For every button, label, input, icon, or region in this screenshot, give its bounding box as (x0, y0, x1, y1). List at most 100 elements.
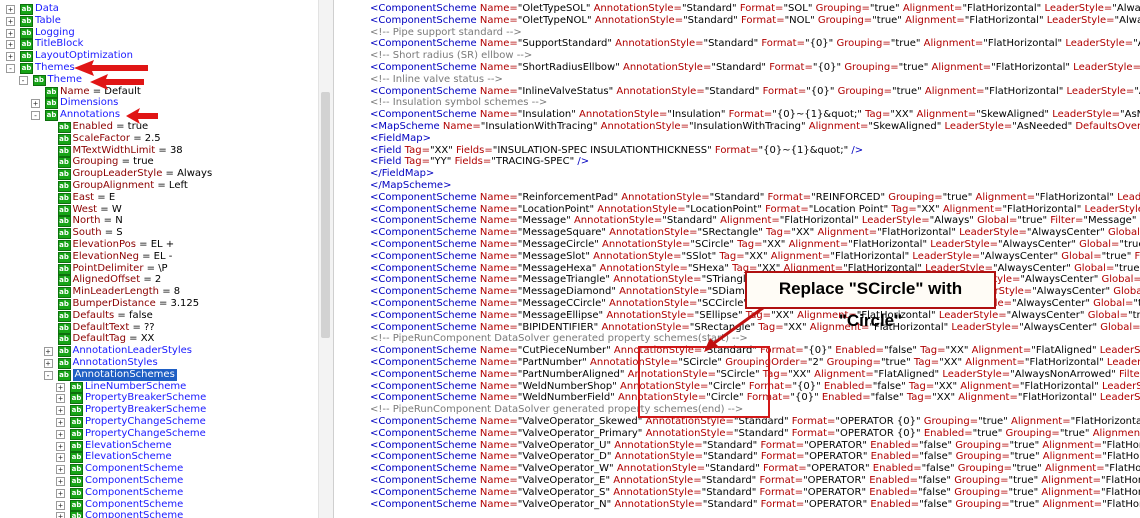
expand-icon[interactable]: + (6, 52, 15, 62)
tree-node-label[interactable]: PropertyChangeScheme (85, 416, 206, 428)
tree-node-label[interactable]: AnnotationSchemes (72, 368, 177, 381)
expand-icon[interactable]: + (43, 359, 53, 368)
tree-node-label[interactable]: DefaultText = ?? (73, 322, 155, 334)
xml-line[interactable]: <!-- Insulation symbol schemes --> (370, 97, 547, 109)
tree-node-label[interactable]: Name = Default (60, 86, 141, 98)
collapse-icon[interactable]: - (18, 75, 28, 85)
xml-line[interactable]: </MapScheme> (370, 180, 451, 192)
tree-node[interactable]: + ab ElevationScheme (0, 451, 318, 464)
tree-node-label[interactable]: GroupAlignment = Left (73, 180, 188, 192)
tree-node[interactable]: + ab Data (0, 3, 318, 15)
tree-node-label[interactable]: AlignedOffset = 2 (73, 274, 162, 286)
xml-line[interactable]: <ComponentScheme Name="Message" Annotati… (370, 215, 1140, 227)
tree-node-label[interactable]: North = N (73, 215, 123, 227)
tree-node-label[interactable]: East = E (73, 192, 116, 204)
tree-node[interactable]: ab Name = Default (0, 86, 318, 98)
tree-node-label[interactable]: ElevationScheme (85, 440, 172, 452)
tree-node[interactable]: ab GroupLeaderStyle = Always (0, 168, 318, 181)
tree-node[interactable]: + ab ComponentScheme (0, 475, 318, 487)
tree-node-label[interactable]: Grouping = true (73, 156, 154, 168)
tree-node[interactable]: + ab LayoutOptimization (0, 50, 318, 63)
tree-node-label[interactable]: Annotations (60, 109, 120, 121)
tree-node-label[interactable]: Themes (35, 62, 75, 74)
expand-icon[interactable]: + (6, 40, 15, 50)
tree-node-label[interactable]: Defaults = false (73, 310, 153, 322)
tree-node-label[interactable]: GroupLeaderStyle = Always (73, 168, 213, 180)
tree-node[interactable]: ab PointDelimiter = \P (0, 263, 318, 275)
tree-node[interactable]: ab Enabled = true (0, 121, 318, 133)
xml-line[interactable]: <ComponentScheme Name="BIPIDENTIFIER" An… (370, 322, 1140, 334)
xml-line[interactable]: <ComponentScheme Name="OletTypeNOL" Anno… (370, 15, 1140, 27)
xml-line[interactable]: <Field Tag="XX" Fields="INSULATION-SPEC … (370, 145, 863, 157)
tree-node-label[interactable]: Table (35, 15, 61, 27)
tree-node[interactable]: + ab PropertyBreakerScheme (0, 392, 318, 405)
tree-node[interactable]: ab GroupAlignment = Left (0, 180, 318, 192)
tree-node-label[interactable]: BumperDistance = 3.125 (73, 298, 200, 310)
xml-line[interactable]: <ComponentScheme Name="ValveOperator_U" … (370, 440, 1140, 452)
xml-line[interactable]: <ComponentScheme Name="MessageCircle" An… (370, 239, 1140, 251)
tree-node[interactable]: + ab TitleBlock (0, 38, 318, 51)
xml-line[interactable]: <ComponentScheme Name="ReinforcementPad"… (370, 192, 1140, 204)
tree-scrollbar[interactable] (318, 0, 333, 518)
tree-node[interactable]: + ab PropertyBreakerScheme (0, 404, 318, 417)
tree-node[interactable]: + ab ComponentScheme (0, 510, 318, 518)
expand-icon[interactable]: + (56, 512, 65, 518)
expand-icon[interactable]: + (56, 418, 65, 427)
tree-node-label[interactable]: PropertyBreakerScheme (85, 392, 206, 404)
tree-node[interactable]: ab Defaults = false (0, 310, 318, 322)
xml-line[interactable]: <ComponentScheme Name="MessageEllipse" A… (370, 310, 1140, 322)
tree-node-label[interactable]: Enabled = true (73, 121, 149, 133)
tree-node[interactable]: ab MinLeaderLength = 8 (0, 286, 318, 299)
tree-node[interactable]: ab ElevationNeg = EL - (0, 251, 318, 263)
tree-node[interactable]: + ab ElevationScheme (0, 440, 318, 452)
expand-icon[interactable]: + (56, 453, 65, 463)
tree-node[interactable]: + ab PropertyChangeScheme (0, 416, 318, 428)
xml-line[interactable]: <FieldMap> (370, 133, 431, 145)
expand-icon[interactable]: + (31, 99, 40, 109)
xml-line[interactable]: <ComponentScheme Name="LocationPoint" An… (370, 204, 1140, 216)
tree-node-label[interactable]: ElevationScheme (85, 451, 172, 463)
xml-line[interactable]: <MapScheme Name="InsulationWithTracing" … (370, 121, 1140, 133)
expand-icon[interactable]: + (56, 500, 65, 510)
xml-line[interactable]: <Field Tag="YY" Fields="TRACING-SPEC" /> (370, 156, 589, 168)
tree-node[interactable]: - ab Theme (0, 74, 318, 86)
tree-node[interactable]: - ab Annotations (0, 109, 318, 122)
tree-node[interactable]: + ab ComponentScheme (0, 499, 318, 511)
collapse-icon[interactable]: - (43, 370, 53, 380)
xml-line[interactable]: <ComponentScheme Name="ValveOperator_W" … (370, 463, 1140, 475)
tree-node-label[interactable]: AnnotationStyles (73, 357, 158, 369)
xml-line[interactable]: </FieldMap> (370, 168, 434, 180)
tree-node-label[interactable]: ComponentScheme (85, 487, 183, 499)
tree-scrollbar-thumb[interactable] (321, 92, 330, 338)
tree-node[interactable]: + ab Table (0, 15, 318, 27)
tree-node-label[interactable]: PointDelimiter = \P (73, 263, 168, 275)
tree-node-label[interactable]: ComponentScheme (85, 499, 183, 511)
tree-node-label[interactable]: ComponentScheme (85, 475, 183, 487)
collapse-icon[interactable]: - (31, 111, 40, 121)
tree-node-label[interactable]: ElevationPos = EL + (73, 239, 175, 251)
tree-node[interactable]: + ab ComponentScheme (0, 463, 318, 476)
tree-node[interactable]: ab Grouping = true (0, 156, 318, 169)
tree-node[interactable]: + ab AnnotationLeaderStyles (0, 345, 318, 358)
tree-node-label[interactable]: MTextWidthLimit = 38 (73, 145, 183, 157)
expand-icon[interactable]: + (56, 477, 65, 486)
xml-editor-pane[interactable]: <ComponentScheme Name= "OletTypeSOL" Anno… (333, 0, 1140, 518)
xml-line[interactable]: <ComponentScheme Name="ValveOperator_D" … (370, 451, 1140, 463)
tree-node-label[interactable]: Theme (48, 74, 83, 86)
tree-node[interactable]: ab DefaultText = ?? (0, 322, 318, 334)
tree-node-label[interactable]: Logging (35, 27, 75, 39)
xml-line[interactable]: <ComponentScheme Name="InlineValveStatus… (370, 86, 1140, 98)
xml-line[interactable]: <ComponentScheme Name="ValveOperator_E" … (370, 475, 1140, 487)
tree-node[interactable]: - ab AnnotationSchemes (0, 368, 318, 381)
tree-node[interactable]: ab MTextWidthLimit = 38 (0, 145, 318, 157)
xml-line[interactable]: <ComponentScheme Name="Insulation" Annot… (370, 109, 1140, 121)
tree-node[interactable]: ab BumperDistance = 3.125 (0, 298, 318, 310)
expand-icon[interactable]: + (6, 28, 15, 38)
xml-line[interactable]: <!-- Inline valve status --> (370, 74, 503, 86)
tree-node[interactable]: + ab PropertyChangeScheme (0, 428, 318, 440)
tree-node[interactable]: ab East = E (0, 192, 318, 204)
tree-node-label[interactable]: DefaultTag = XX (73, 333, 155, 345)
tree-node[interactable]: ab North = N (0, 215, 318, 228)
xml-line[interactable]: <!-- PipeRunComponent DataSolver generat… (370, 333, 748, 345)
tree-node[interactable]: + ab ComponentScheme (0, 487, 318, 499)
